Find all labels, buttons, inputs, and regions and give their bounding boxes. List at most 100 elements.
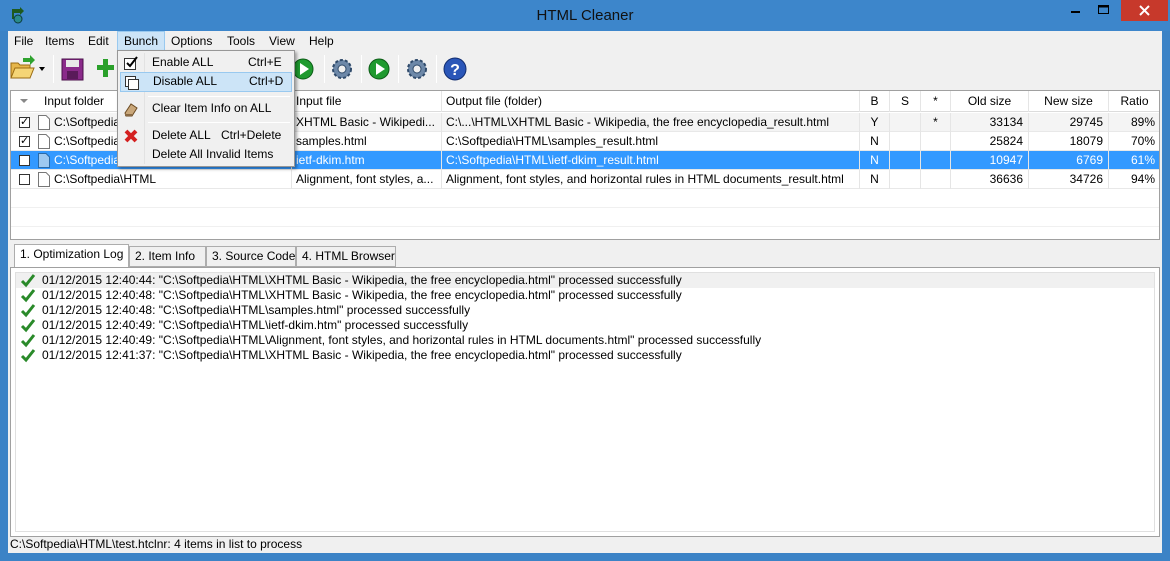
cell-old-size: 25824 bbox=[951, 132, 1029, 151]
minimize-button[interactable] bbox=[1062, 0, 1089, 21]
menu-help[interactable]: Help bbox=[303, 31, 340, 51]
cell-ratio: 89% bbox=[1109, 113, 1159, 132]
optimization-log-panel[interactable]: 01/12/2015 12:40:44: "C:\Softpedia\HTML\… bbox=[10, 267, 1160, 537]
column-new-size[interactable]: New size bbox=[1029, 91, 1109, 112]
help-button[interactable]: ? bbox=[441, 55, 469, 83]
cell-ratio: 94% bbox=[1109, 170, 1159, 189]
tab-optimization-log[interactable]: 1. Optimization Log bbox=[14, 244, 129, 268]
play-icon bbox=[292, 58, 314, 80]
green-check-icon bbox=[20, 289, 36, 303]
green-check-icon bbox=[20, 349, 36, 363]
table-row[interactable]: C:\Softpedia\HTML Alignment, font styles… bbox=[11, 170, 1159, 189]
close-icon bbox=[1139, 5, 1150, 16]
empty-row bbox=[11, 208, 1159, 227]
run-all-button[interactable] bbox=[365, 55, 393, 83]
open-button[interactable] bbox=[8, 55, 48, 83]
window-title: HTML Cleaner bbox=[536, 7, 634, 24]
menu-edit[interactable]: Edit bbox=[82, 31, 115, 51]
add-plus-icon bbox=[97, 59, 114, 77]
checkbox-checked-icon bbox=[124, 56, 138, 70]
cell-star bbox=[921, 132, 951, 151]
help-question-icon: ? bbox=[443, 57, 467, 81]
menu-delete-all[interactable]: Delete ALL Ctrl+Delete bbox=[120, 126, 292, 146]
log-entry[interactable]: 01/12/2015 12:40:49: "C:\Softpedia\HTML\… bbox=[16, 333, 1154, 348]
gear-icon bbox=[407, 59, 427, 79]
cell-input-file: ietf-dkim.htm bbox=[292, 151, 442, 170]
cell-output-file: C:\Softpedia\HTML\ietf-dkim_result.html bbox=[442, 151, 860, 170]
menu-view[interactable]: View bbox=[263, 31, 301, 51]
cell-s bbox=[890, 151, 921, 170]
maximize-button[interactable] bbox=[1090, 0, 1117, 21]
row-checkbox[interactable]: ✓ bbox=[19, 117, 30, 128]
column-b[interactable]: B bbox=[860, 91, 890, 112]
menu-bunch[interactable]: Bunch bbox=[117, 31, 166, 51]
log-entry[interactable]: 01/12/2015 12:40:48: "C:\Softpedia\HTML\… bbox=[16, 288, 1154, 303]
menu-delete-invalid[interactable]: Delete All Invalid Items bbox=[120, 145, 292, 165]
toolbar-separator bbox=[53, 55, 54, 83]
document-icon bbox=[38, 153, 50, 168]
menu-disable-all[interactable]: Disable ALL Ctrl+D bbox=[120, 72, 292, 92]
log-list[interactable]: 01/12/2015 12:40:44: "C:\Softpedia\HTML\… bbox=[15, 272, 1155, 532]
tab-html-browser[interactable]: 4. HTML Browser bbox=[296, 246, 396, 267]
title-bar[interactable]: HTML Cleaner bbox=[0, 0, 1170, 31]
cell-b: N bbox=[860, 132, 890, 151]
menu-separator bbox=[148, 96, 290, 97]
status-bar: C:\Softpedia\HTML\test.htclnr: 4 items i… bbox=[8, 537, 1162, 553]
row-checkbox[interactable] bbox=[19, 174, 30, 185]
menu-tools[interactable]: Tools bbox=[221, 31, 261, 51]
column-output-file[interactable]: Output file (folder) bbox=[442, 91, 860, 112]
document-icon bbox=[38, 172, 50, 187]
add-button[interactable] bbox=[94, 55, 118, 83]
eraser-icon bbox=[124, 103, 138, 117]
log-entry[interactable]: 01/12/2015 12:40:44: "C:\Softpedia\HTML\… bbox=[16, 273, 1154, 288]
menu-file[interactable]: File bbox=[8, 31, 39, 51]
menu-clear-item-info[interactable]: Clear Item Info on ALL bbox=[120, 99, 292, 119]
column-star[interactable]: * bbox=[921, 91, 951, 112]
cell-input-file: Alignment, font styles, a... bbox=[292, 170, 442, 189]
cell-old-size: 33134 bbox=[951, 113, 1029, 132]
toolbar-separator bbox=[436, 55, 437, 83]
window-border bbox=[1162, 31, 1170, 561]
green-check-icon bbox=[20, 334, 36, 348]
close-button[interactable] bbox=[1121, 0, 1168, 21]
minimize-icon bbox=[1071, 11, 1080, 13]
column-ratio[interactable]: Ratio bbox=[1109, 91, 1159, 112]
row-checkbox[interactable]: ✓ bbox=[19, 136, 30, 147]
green-check-icon bbox=[20, 274, 36, 288]
settings-button[interactable] bbox=[328, 55, 356, 83]
toolbar-separator bbox=[398, 55, 399, 83]
menu-enable-all[interactable]: Enable ALL Ctrl+E bbox=[120, 53, 292, 73]
options-button[interactable] bbox=[403, 55, 431, 83]
tab-item-info[interactable]: 2. Item Info bbox=[129, 246, 206, 267]
menu-items[interactable]: Items bbox=[39, 31, 80, 51]
tab-source-code[interactable]: 3. Source Code bbox=[206, 246, 296, 267]
cell-new-size: 29745 bbox=[1029, 113, 1109, 132]
maximize-icon bbox=[1098, 5, 1109, 14]
delete-red-x-icon bbox=[124, 129, 138, 143]
menu-separator bbox=[148, 122, 290, 123]
cell-input-folder: C:\Softpedia\HTML bbox=[11, 170, 292, 189]
cell-ratio: 70% bbox=[1109, 132, 1159, 151]
column-s[interactable]: S bbox=[890, 91, 921, 112]
cell-new-size: 18079 bbox=[1029, 132, 1109, 151]
cell-input-file: XHTML Basic - Wikipedi... bbox=[292, 113, 442, 132]
save-button[interactable] bbox=[59, 55, 87, 83]
cell-s bbox=[890, 113, 921, 132]
log-entry[interactable]: 01/12/2015 12:40:48: "C:\Softpedia\HTML\… bbox=[16, 303, 1154, 318]
row-checkbox[interactable] bbox=[19, 155, 30, 166]
column-input-file[interactable]: Input file bbox=[292, 91, 442, 112]
open-folder-icon bbox=[10, 55, 45, 79]
bunch-menu-dropdown: Enable ALL Ctrl+E Disable ALL Ctrl+D Cle… bbox=[117, 50, 295, 167]
log-entry[interactable]: 01/12/2015 12:40:49: "C:\Softpedia\HTML\… bbox=[16, 318, 1154, 333]
cell-b: N bbox=[860, 170, 890, 189]
run-button[interactable] bbox=[291, 55, 319, 83]
toolbar-separator bbox=[324, 55, 325, 83]
menu-options[interactable]: Options bbox=[165, 31, 218, 51]
log-entry[interactable]: 01/12/2015 12:41:37: "C:\Softpedia\HTML\… bbox=[16, 348, 1154, 363]
cell-input-file: samples.html bbox=[292, 132, 442, 151]
cell-b: Y bbox=[860, 113, 890, 132]
gear-icon bbox=[332, 59, 352, 79]
column-old-size[interactable]: Old size bbox=[951, 91, 1029, 112]
document-icon bbox=[38, 115, 50, 130]
cell-output-file: Alignment, font styles, and horizontal r… bbox=[442, 170, 860, 189]
